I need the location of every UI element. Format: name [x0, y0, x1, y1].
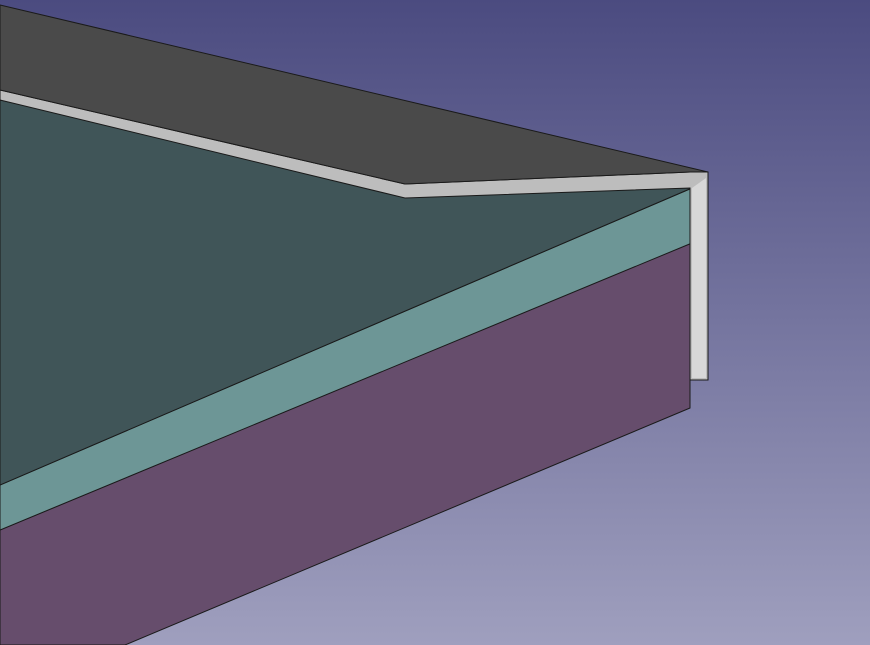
3d-scene[interactable]	[0, 0, 870, 645]
lid-edge-inner-face	[692, 178, 706, 378]
3d-viewport[interactable]	[0, 0, 870, 645]
